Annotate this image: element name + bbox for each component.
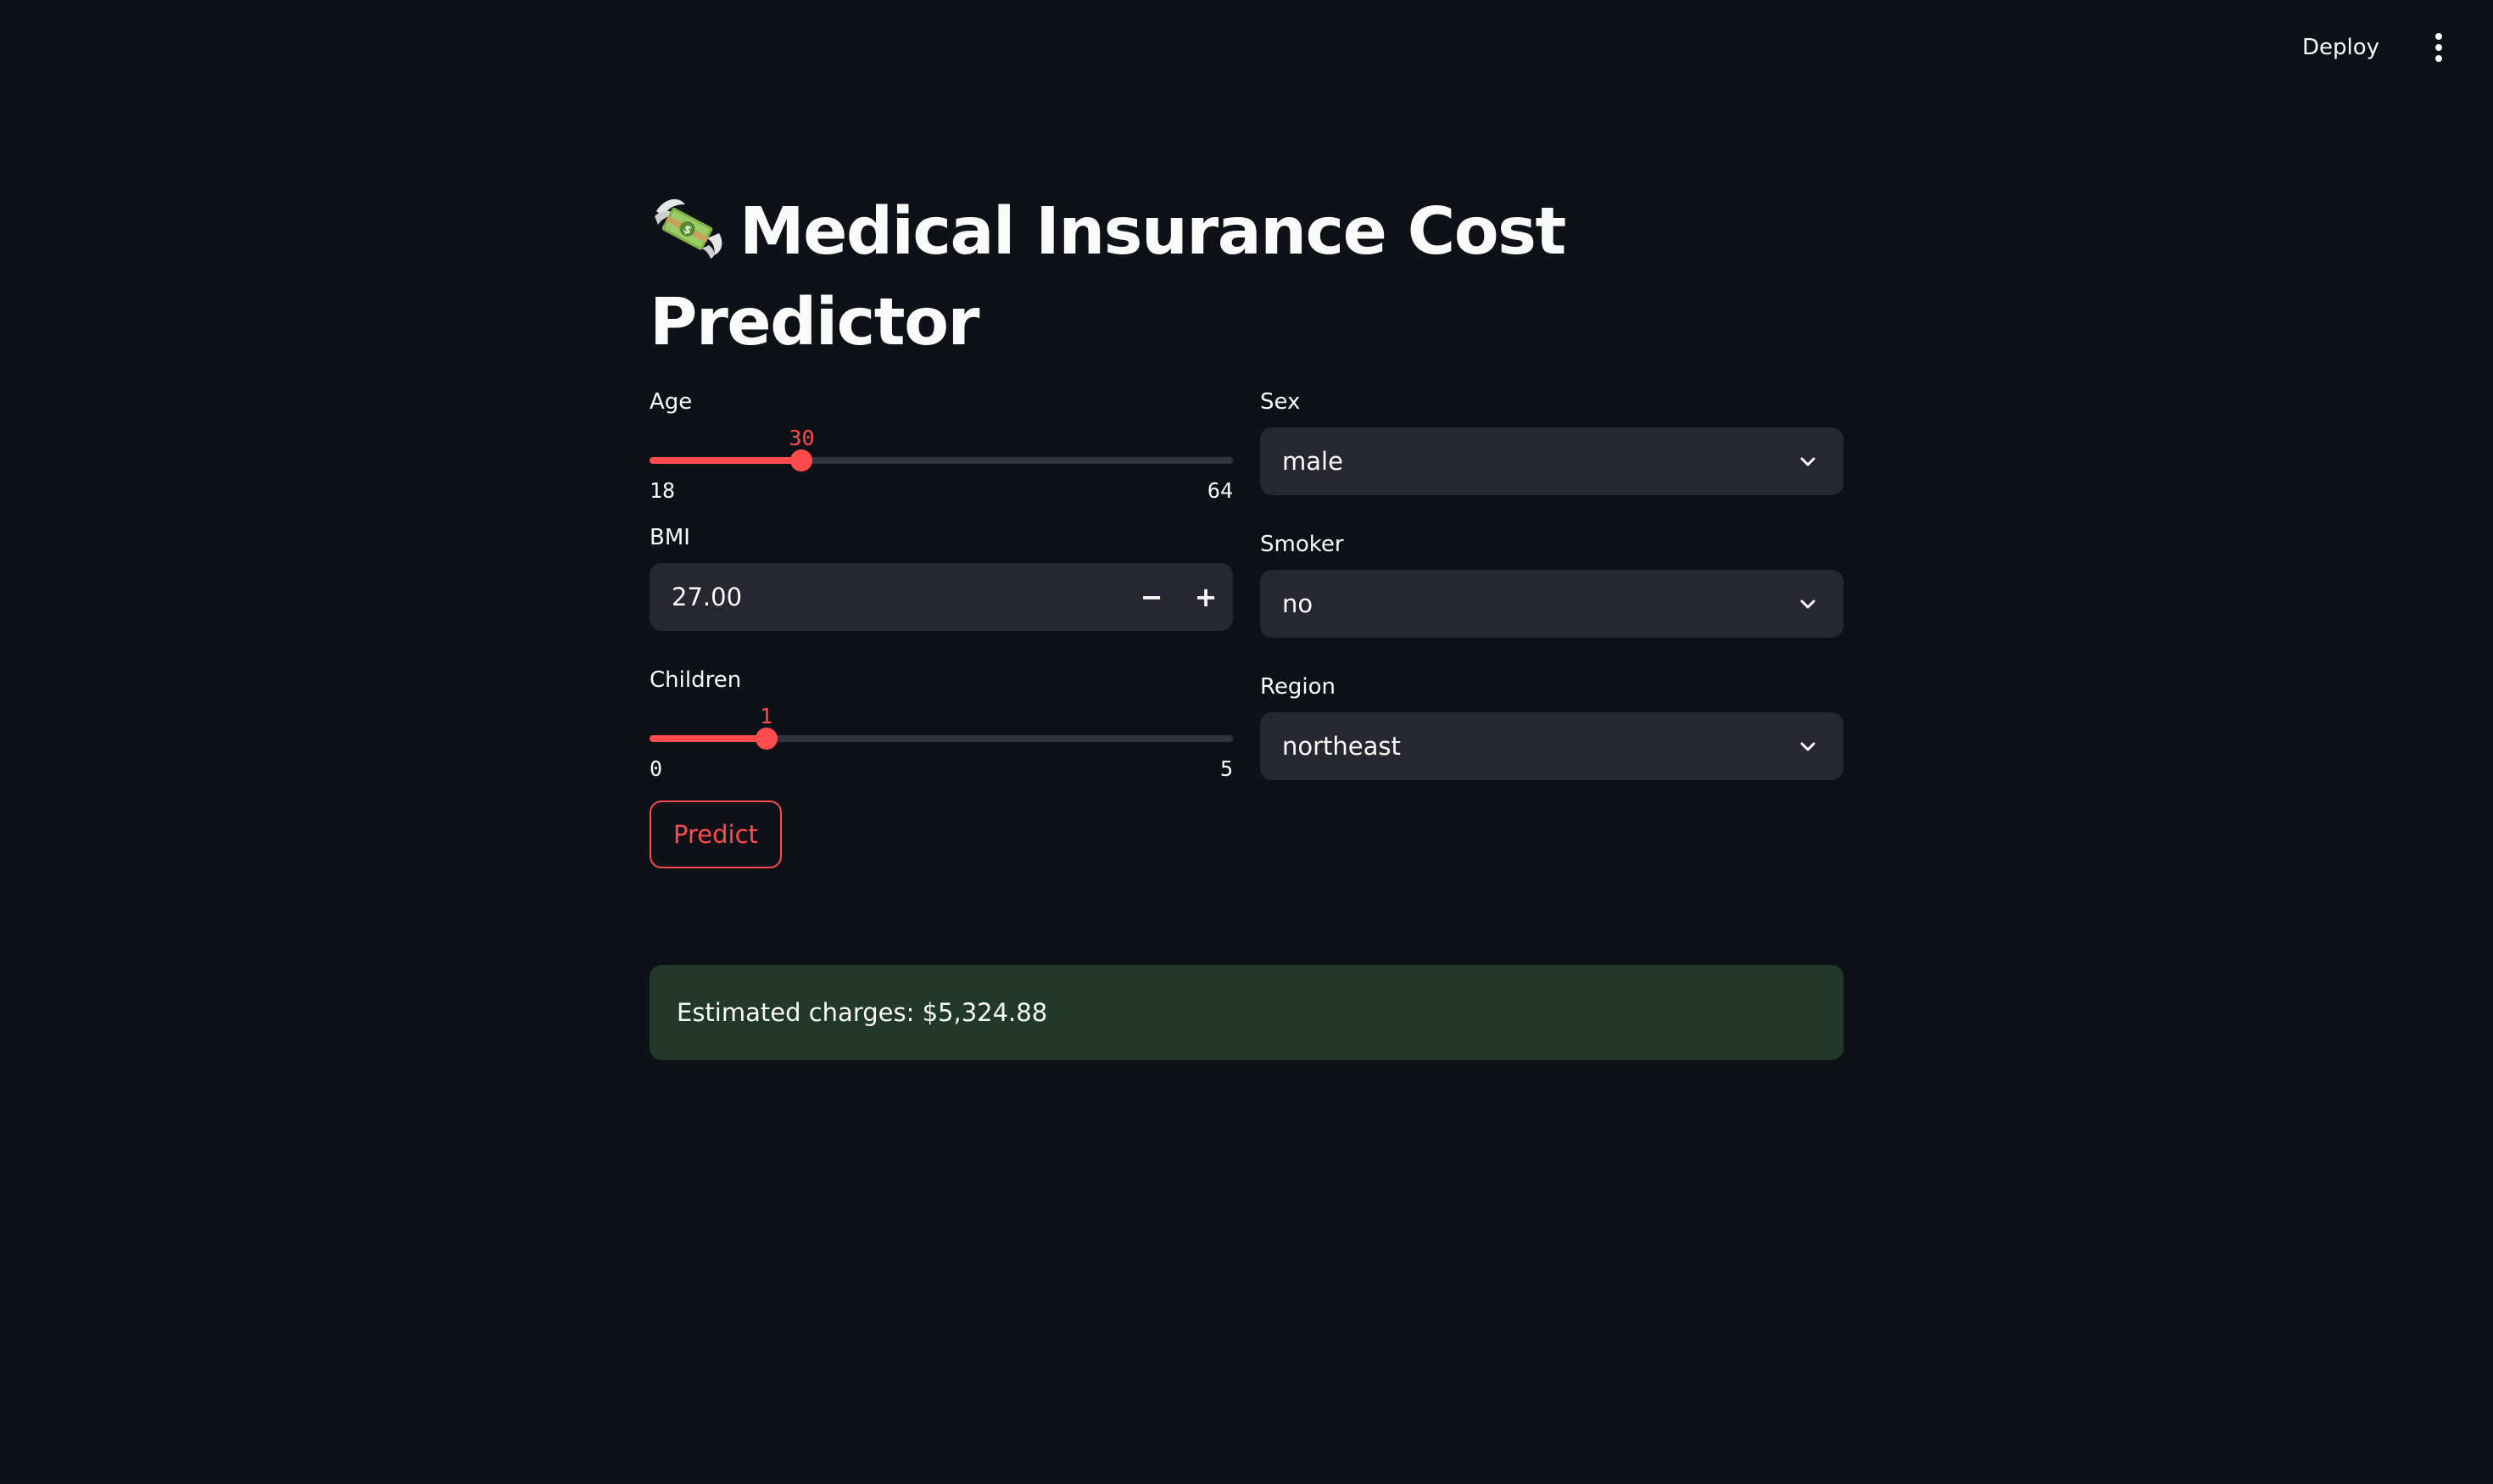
region-label: Region	[1260, 674, 1336, 700]
sex-select[interactable]: male	[1260, 427, 1843, 495]
age-slider-track[interactable]	[650, 449, 1233, 471]
region-select[interactable]: northeast	[1260, 712, 1843, 780]
page-title: $ Medical Insurance Cost Predictor	[650, 187, 1582, 368]
bmi-number-input[interactable]: 27.00 − +	[650, 563, 1233, 631]
input-columns: Age 30 18 64 BMI 27.00 − + Children 1 0 …	[650, 387, 1843, 938]
right-column: Sex male Smoker no Region northeast	[1260, 387, 1843, 814]
children-slider-fill	[650, 735, 767, 742]
chevron-down-icon	[1800, 742, 1815, 751]
children-slider-thumb[interactable]	[755, 728, 778, 750]
main-content: $ Medical Insurance Cost Predictor Age 3…	[650, 187, 1843, 1060]
children-slider-value: 1	[760, 704, 773, 728]
bmi-input-group: BMI 27.00 − +	[650, 522, 1233, 665]
chevron-down-icon	[1800, 457, 1815, 466]
bmi-increment-button[interactable]: +	[1179, 563, 1233, 631]
age-label: Age	[650, 389, 693, 415]
sex-selected-value: male	[1282, 447, 1343, 476]
age-slider-fill	[650, 457, 802, 464]
sex-select-group: Sex male	[1260, 387, 1843, 529]
three-dots-vertical-icon	[2435, 33, 2442, 62]
children-label: Children	[650, 667, 742, 693]
children-slider-track[interactable]	[650, 728, 1233, 750]
bmi-label: BMI	[650, 525, 690, 550]
age-slider-value: 30	[789, 426, 815, 450]
predict-button[interactable]: Predict	[650, 801, 782, 868]
smoker-label: Smoker	[1260, 532, 1344, 557]
children-slider-min: 0	[650, 756, 663, 781]
main-menu-button[interactable]	[2413, 22, 2464, 73]
deploy-button[interactable]: Deploy	[2287, 26, 2395, 69]
children-slider-group: Children 1 0 5	[650, 665, 1233, 801]
age-slider-min: 18	[650, 478, 676, 503]
chevron-down-icon	[1800, 600, 1815, 609]
children-slider-max: 5	[1219, 756, 1233, 781]
page-title-text: Medical Insurance Cost Predictor	[650, 194, 1566, 360]
age-slider-max: 64	[1207, 478, 1233, 503]
smoker-select-group: Smoker no	[1260, 529, 1843, 672]
region-selected-value: northeast	[1282, 732, 1401, 761]
smoker-select[interactable]: no	[1260, 570, 1843, 638]
prediction-result: Estimated charges: $5,324.88	[650, 965, 1843, 1060]
age-slider-group: Age 30 18 64	[650, 387, 1233, 522]
region-select-group: Region northeast	[1260, 672, 1843, 814]
smoker-selected-value: no	[1282, 589, 1313, 618]
app-toolbar: Deploy	[2287, 0, 2493, 95]
sex-label: Sex	[1260, 389, 1301, 415]
age-slider-thumb[interactable]	[790, 449, 813, 471]
left-column: Age 30 18 64 BMI 27.00 − + Children 1 0 …	[650, 387, 1233, 868]
bmi-value[interactable]: 27.00	[672, 563, 742, 631]
bmi-decrement-button[interactable]: −	[1124, 563, 1179, 631]
money-with-wings-icon: $	[655, 198, 722, 259]
